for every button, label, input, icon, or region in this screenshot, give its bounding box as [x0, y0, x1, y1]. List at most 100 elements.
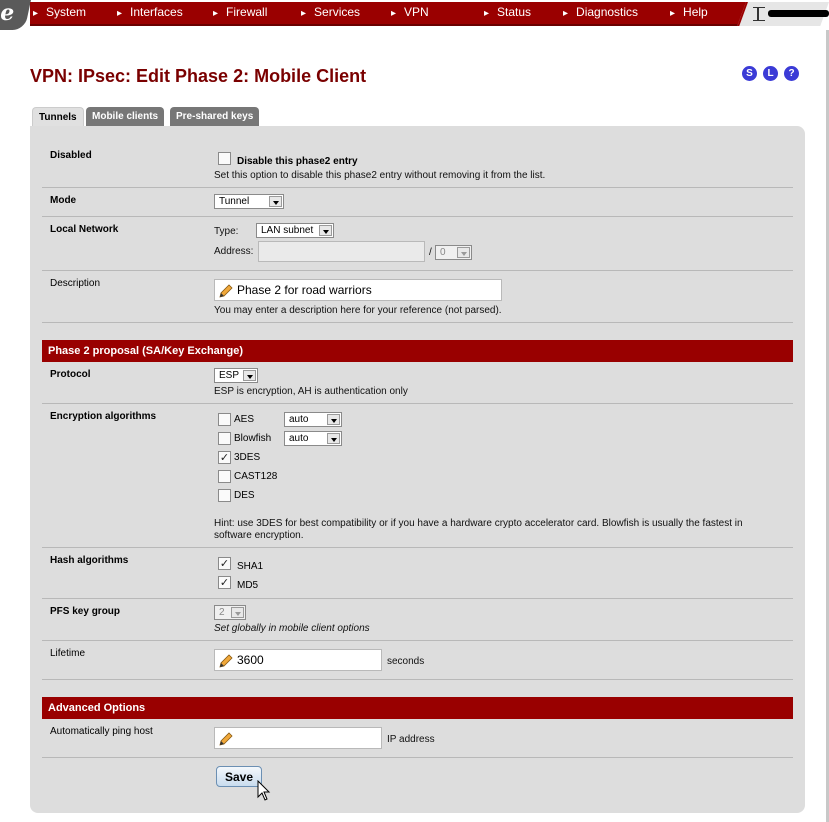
row-divider	[42, 403, 793, 404]
row-divider	[42, 640, 793, 641]
menu-interfaces[interactable]: Interfaces	[117, 5, 183, 19]
row-divider	[42, 757, 793, 758]
lifetime-unit: seconds	[387, 656, 425, 667]
chevron-down-icon	[319, 225, 332, 236]
disabled-label: Disabled	[50, 150, 92, 161]
protocol-help: ESP is encryption, AH is authentication …	[214, 386, 408, 397]
3des-checkbox[interactable]: ✓	[218, 451, 231, 464]
blowfish-keylen-select[interactable]: auto	[284, 431, 342, 446]
md5-checkbox[interactable]: ✓	[218, 576, 231, 589]
lifetime-value: 3600	[237, 653, 264, 667]
status-shortcut-icon[interactable]: S	[742, 66, 757, 81]
row-divider	[42, 270, 793, 271]
row-divider	[42, 598, 793, 599]
cast128-checkbox[interactable]	[218, 470, 231, 483]
protocol-label: Protocol	[50, 369, 91, 380]
row-divider	[42, 322, 793, 323]
advanced-section-header: Advanced Options	[42, 697, 793, 719]
encryption-hint-line2: software encryption.	[214, 530, 304, 541]
menu-services[interactable]: Services	[301, 5, 360, 19]
mask-separator: /	[429, 247, 432, 258]
menu-diagnostics[interactable]: Diagnostics	[563, 5, 638, 19]
mouse-cursor-icon	[257, 780, 271, 801]
network-icon	[753, 7, 765, 21]
row-divider	[42, 216, 793, 217]
pencil-icon	[219, 654, 233, 668]
row-divider	[42, 679, 793, 680]
description-help: You may enter a description here for you…	[214, 305, 502, 316]
redacted-hostname	[768, 10, 829, 17]
local-network-type-select[interactable]: LAN subnet	[256, 223, 334, 238]
local-network-mask-value: 0	[440, 247, 446, 258]
pfs-label: PFS key group	[50, 606, 121, 617]
des-checkbox[interactable]	[218, 489, 231, 502]
ping-host-label: Automatically ping host	[50, 726, 153, 737]
protocol-select[interactable]: ESP	[214, 368, 258, 383]
pfs-value: 2	[219, 607, 225, 618]
pfsense-logo: e	[0, 0, 32, 30]
local-network-label: Local Network	[50, 224, 119, 235]
page-title: VPN: IPsec: Edit Phase 2: Mobile Client	[30, 66, 367, 86]
help-icon[interactable]: ?	[784, 66, 799, 81]
menu-system[interactable]: System	[33, 5, 86, 19]
local-network-address-label: Address:	[214, 246, 254, 257]
sha1-label: SHA1	[237, 561, 264, 572]
blowfish-keylen-value: auto	[289, 433, 309, 444]
save-button[interactable]: Save	[216, 766, 262, 787]
tab-tunnels[interactable]: Tunnels	[32, 107, 84, 127]
hash-label: Hash algorithms	[50, 555, 129, 566]
protocol-value: ESP	[219, 370, 240, 381]
md5-label: MD5	[237, 580, 259, 591]
3des-label: 3DES	[234, 452, 261, 463]
ping-host-unit: IP address	[387, 734, 435, 745]
local-network-type-label: Type:	[214, 226, 239, 237]
aes-keylen-select[interactable]: auto	[284, 412, 342, 427]
chevron-down-icon	[457, 247, 470, 258]
cast128-label: CAST128	[234, 471, 278, 482]
mode-select[interactable]: Tunnel	[214, 194, 284, 209]
pfs-help: Set globally in mobile client options	[214, 623, 370, 634]
local-network-address-input[interactable]	[258, 241, 425, 262]
aes-keylen-value: auto	[289, 414, 309, 425]
lifetime-label: Lifetime	[50, 648, 86, 659]
encryption-label: Encryption algorithms	[50, 411, 157, 422]
ping-host-input[interactable]	[214, 727, 382, 749]
local-network-mask-select[interactable]: 0	[435, 245, 472, 260]
aes-label: AES	[234, 414, 255, 425]
des-label: DES	[234, 490, 255, 501]
encryption-hint-line1: Hint: use 3DES for best compatibility or…	[214, 518, 743, 529]
menu-help[interactable]: Help	[670, 5, 708, 19]
proposal-section-header: Phase 2 proposal (SA/Key Exchange)	[42, 340, 793, 362]
row-divider	[42, 547, 793, 548]
pencil-icon	[219, 732, 233, 746]
menu-vpn[interactable]: VPN	[391, 5, 429, 19]
description-label: Description	[50, 278, 101, 289]
menu-firewall[interactable]: Firewall	[213, 5, 267, 19]
pfs-select[interactable]: 2	[214, 605, 246, 620]
local-network-type-value: LAN subnet	[261, 225, 314, 236]
aes-checkbox[interactable]	[218, 413, 231, 426]
row-divider	[42, 187, 793, 188]
disable-entry-label: Disable this phase2 entry	[237, 156, 358, 167]
log-shortcut-icon[interactable]: L	[763, 66, 778, 81]
chevron-down-icon	[269, 196, 282, 207]
chevron-down-icon	[327, 433, 340, 444]
mode-label: Mode	[50, 195, 77, 206]
menu-status[interactable]: Status	[484, 5, 531, 19]
sha1-checkbox[interactable]: ✓	[218, 557, 231, 570]
tab-mobile-clients[interactable]: Mobile clients	[86, 107, 165, 126]
description-input[interactable]: Phase 2 for road warriors	[214, 279, 502, 301]
lifetime-input[interactable]: 3600	[214, 649, 382, 671]
pencil-icon	[219, 284, 233, 298]
top-navbar: e System Interfaces Firewall Services VP…	[0, 0, 829, 30]
chevron-down-icon	[231, 607, 244, 618]
disable-entry-checkbox[interactable]	[218, 152, 231, 165]
tab-pre-shared-keys[interactable]: Pre-shared keys	[170, 107, 260, 126]
description-value: Phase 2 for road warriors	[237, 283, 372, 297]
chevron-down-icon	[327, 414, 340, 425]
disabled-help: Set this option to disable this phase2 e…	[214, 170, 546, 181]
mode-select-value: Tunnel	[219, 196, 250, 207]
blowfish-checkbox[interactable]	[218, 432, 231, 445]
chevron-down-icon	[243, 370, 256, 381]
blowfish-label: Blowfish	[234, 433, 272, 444]
